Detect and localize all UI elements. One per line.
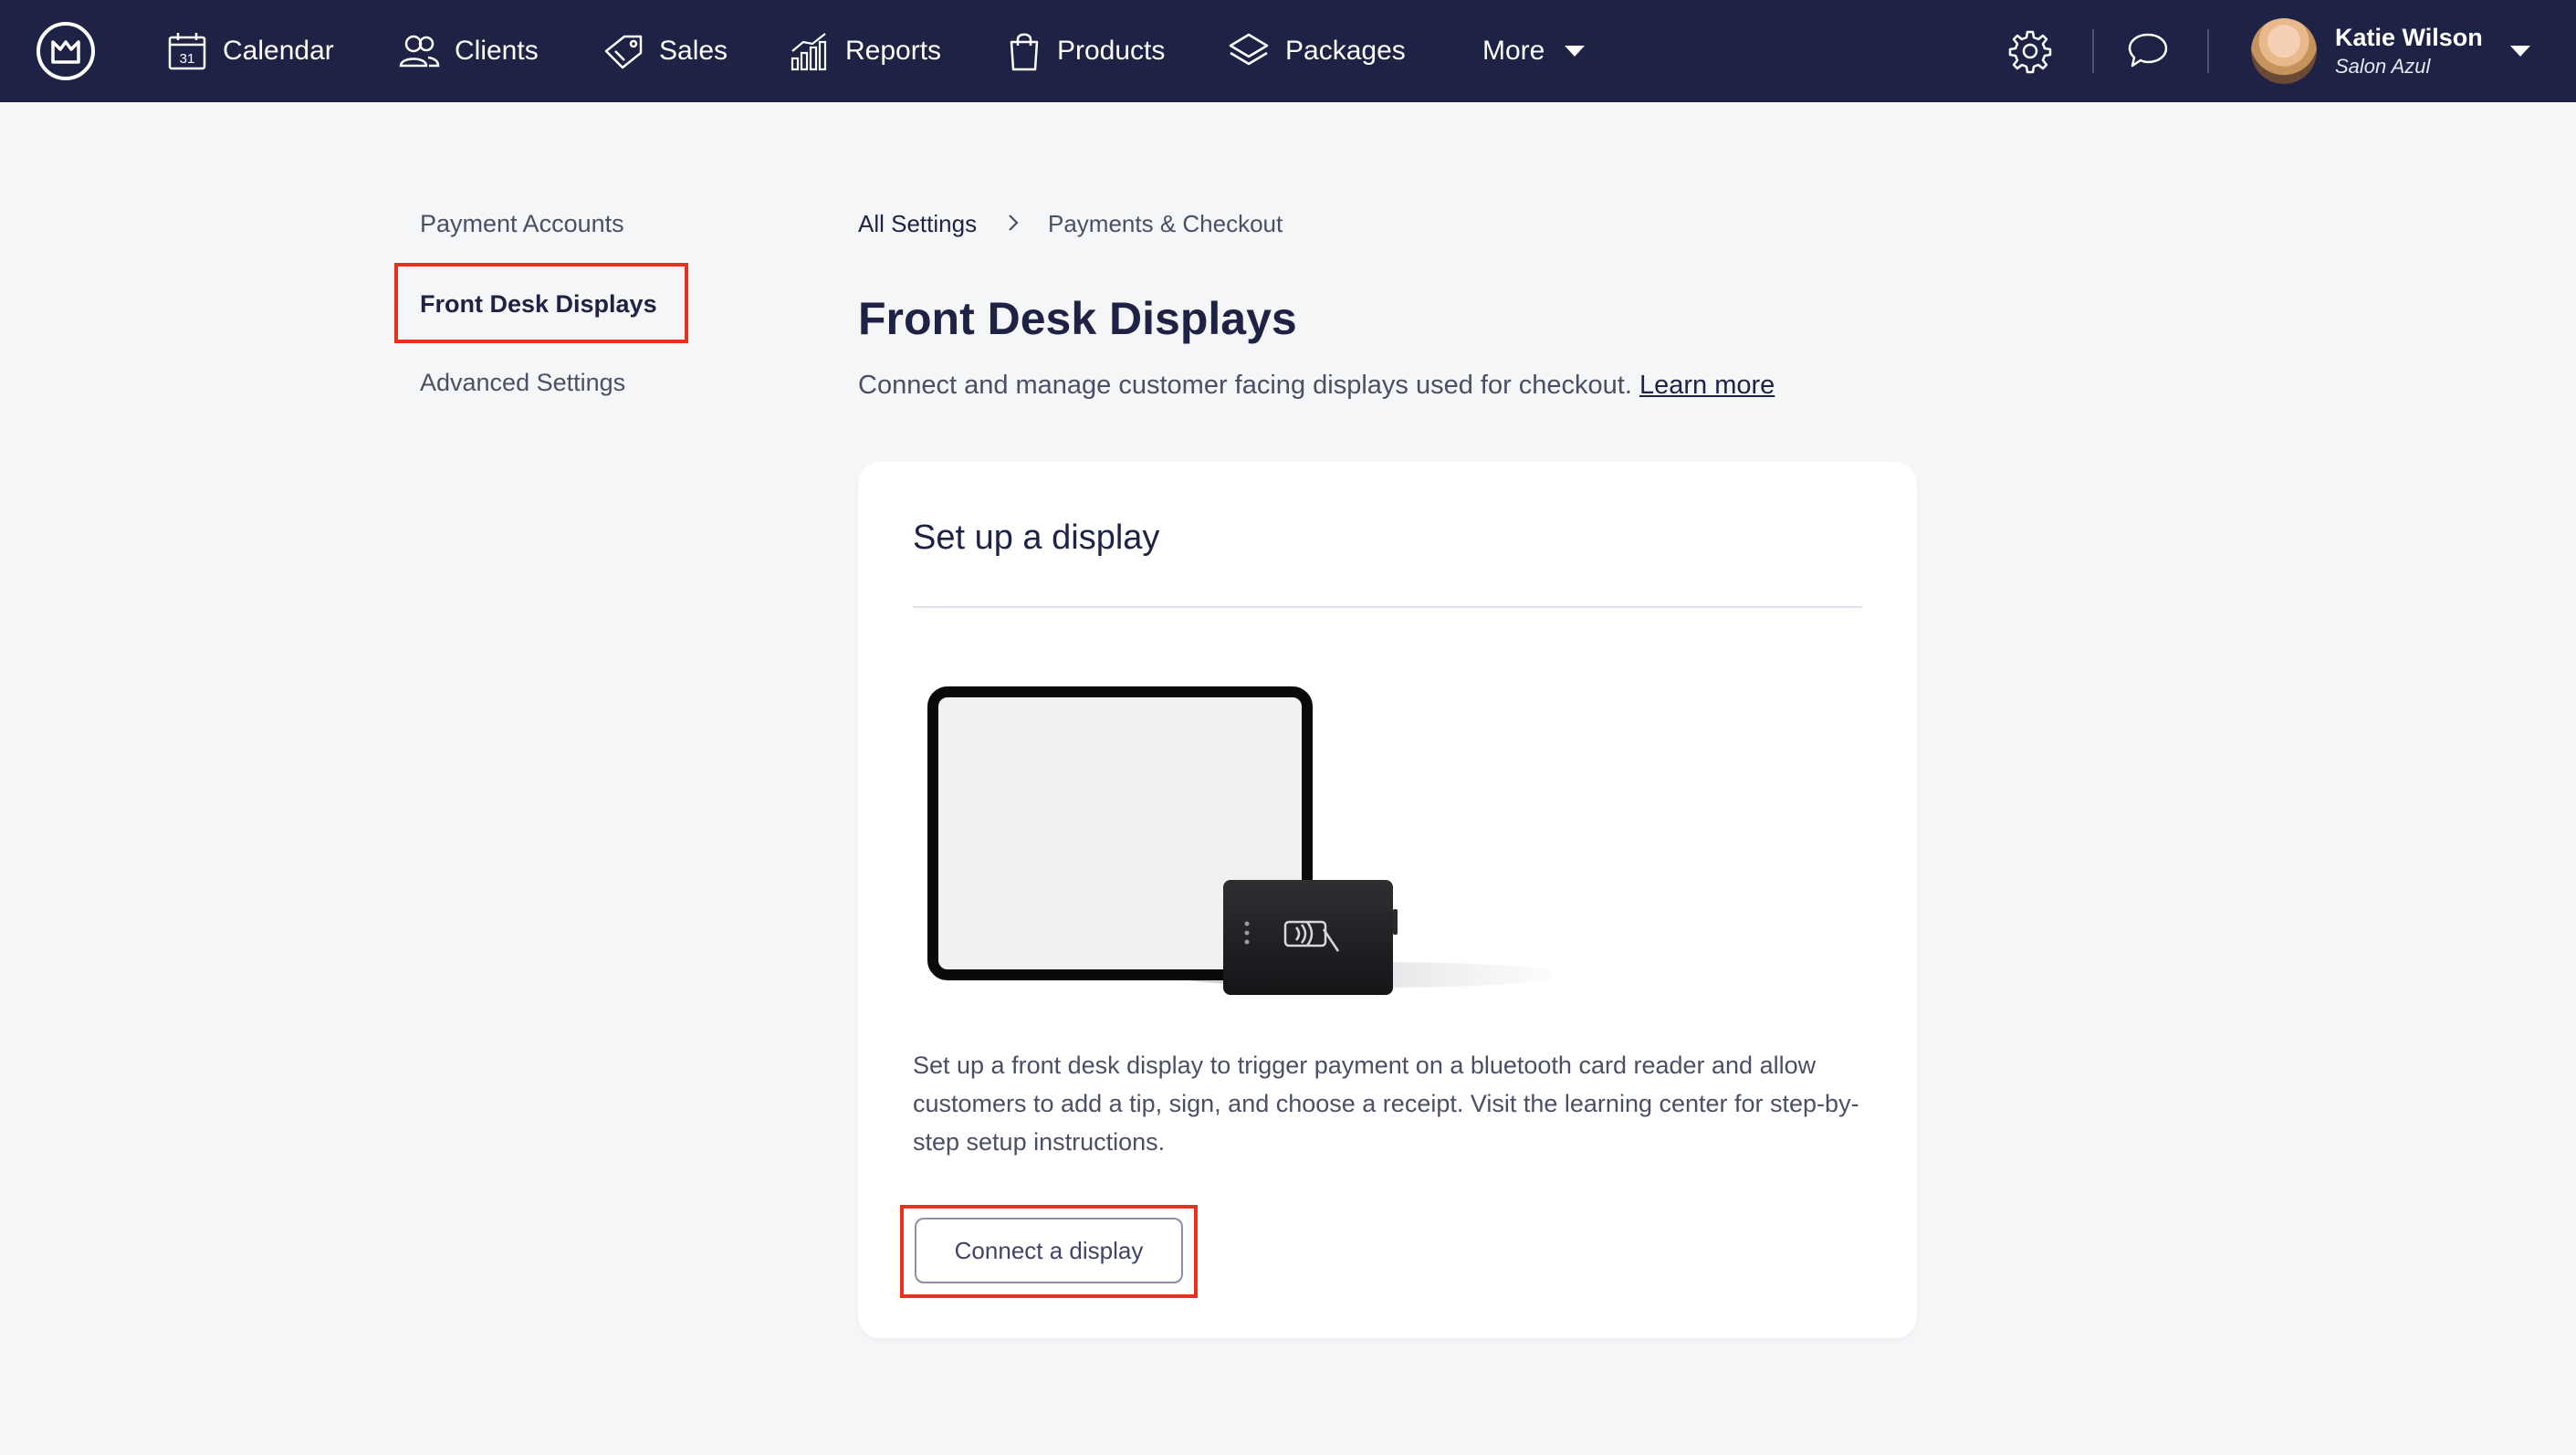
toolbar-divider — [2207, 29, 2209, 73]
nav-calendar-label: Calendar — [223, 36, 334, 66]
user-salon[interactable]: Salon Azul — [2335, 55, 2430, 79]
nav-sales-label: Sales — [659, 36, 728, 66]
card-divider — [913, 606, 1862, 608]
card-body-text: Set up a front desk display to trigger p… — [913, 1052, 1859, 1156]
top-navbar: 31 Calendar Clients Sales Reports Produc… — [0, 0, 2576, 102]
nav-more-label: More — [1482, 36, 1545, 66]
nav-reports[interactable]: Reports — [789, 0, 941, 102]
nav-sales[interactable]: Sales — [602, 0, 728, 102]
page-description-text: Connect and manage customer facing displ… — [858, 371, 1632, 400]
setup-display-card: Set up a display Set up a front desk dis… — [858, 462, 1917, 1338]
shopping-bag-icon — [1010, 33, 1039, 71]
nav-packages[interactable]: Packages — [1227, 0, 1406, 102]
highlight-box — [394, 263, 688, 343]
nav-products-label: Products — [1057, 36, 1166, 66]
nav-more[interactable]: More — [1482, 0, 1601, 102]
nav-clients-label: Clients — [455, 36, 539, 66]
nav-clients[interactable]: Clients — [398, 0, 539, 102]
user-name[interactable]: Katie Wilson — [2335, 24, 2483, 52]
page-description: Connect and manage customer facing displ… — [858, 371, 1775, 401]
chevron-down-icon[interactable] — [2508, 44, 2532, 58]
nav-calendar[interactable]: 31 Calendar — [166, 0, 334, 102]
toolbar-divider — [2092, 29, 2094, 73]
brand-logo-icon[interactable] — [37, 22, 95, 80]
nav-reports-label: Reports — [845, 36, 942, 66]
calendar-icon: 31 — [168, 33, 206, 70]
connect-display-button[interactable]: Connect a display — [915, 1218, 1183, 1283]
breadcrumb-all-settings[interactable]: All Settings — [858, 210, 977, 238]
chat-bubble-icon[interactable] — [2125, 27, 2171, 73]
nav-packages-label: Packages — [1285, 36, 1406, 66]
chevron-down-icon — [1565, 46, 1586, 57]
card-title: Set up a display — [913, 518, 1160, 557]
learn-more-link[interactable]: Learn more — [1639, 371, 1775, 400]
nav-products[interactable]: Products — [1006, 0, 1165, 102]
gear-icon[interactable] — [2006, 27, 2054, 75]
svg-text:31: 31 — [180, 51, 195, 67]
chevron-right-icon — [1009, 215, 1019, 231]
bar-chart-icon — [791, 33, 827, 71]
tablet-card-reader-illustration — [927, 686, 1552, 995]
users-icon — [399, 35, 440, 68]
sidebar-item-advanced-settings[interactable]: Advanced Settings — [420, 369, 625, 397]
tag-icon — [604, 35, 643, 69]
breadcrumb-current: Payments & Checkout — [1048, 210, 1283, 237]
layers-icon — [1229, 33, 1269, 66]
sidebar-item-payment-accounts[interactable]: Payment Accounts — [420, 210, 624, 238]
avatar[interactable] — [2251, 18, 2317, 84]
page-title: Front Desk Displays — [858, 293, 1297, 344]
